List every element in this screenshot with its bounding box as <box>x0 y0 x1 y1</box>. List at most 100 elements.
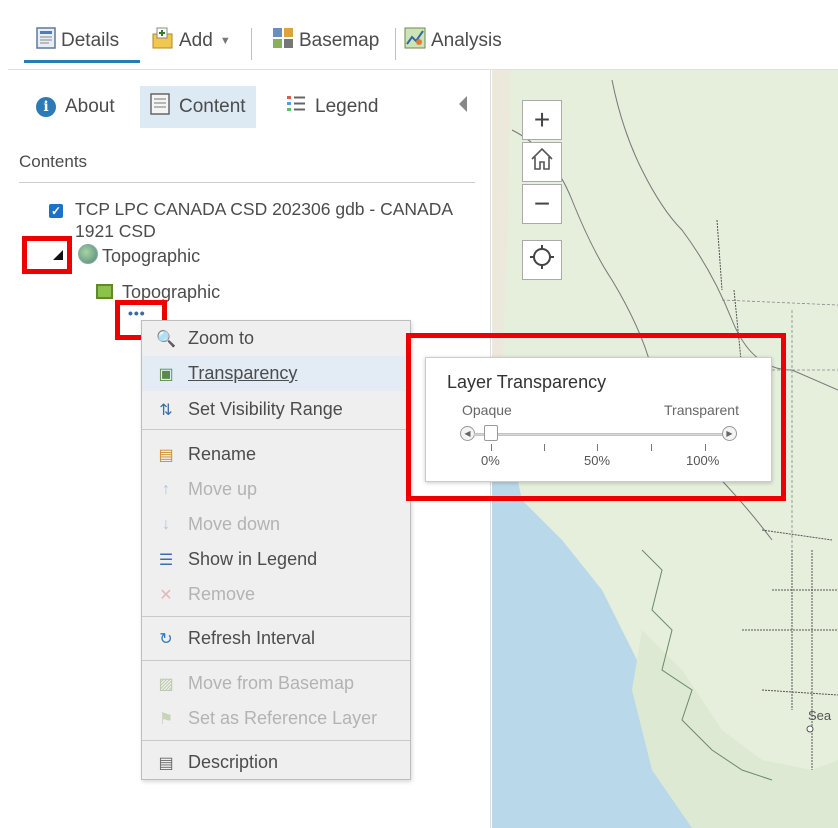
reference-layer-icon: ⚑ <box>158 710 174 728</box>
menu-item-label: Set as Reference Layer <box>188 708 378 728</box>
menu-item-remove: ✕ Remove <box>142 577 410 612</box>
highlight-box <box>22 236 72 274</box>
zoom-to-icon: 🔍 <box>156 330 176 348</box>
slider-decrement-button[interactable]: ◀ <box>460 426 475 441</box>
map-viewer-app: Details Add ▼ Basemap Analysis i About C… <box>0 0 838 828</box>
rename-icon: ▤ <box>158 446 174 464</box>
tab-content[interactable]: Content <box>140 86 256 128</box>
arrow-up-icon: ↑ <box>162 480 170 498</box>
details-label: Details <box>61 30 120 51</box>
chevron-down-icon: ▼ <box>219 35 231 47</box>
menu-divider <box>142 660 410 661</box>
transparency-icon: ▣ <box>158 365 174 383</box>
menu-item-set-as-reference-layer: ⚑ Set as Reference Layer <box>142 701 410 736</box>
slider-thumb[interactable] <box>484 425 498 441</box>
tick-label-0: 0% <box>481 453 500 468</box>
details-icon <box>36 27 56 55</box>
menu-item-label: Transparency <box>188 363 298 383</box>
tab-about-label: About <box>65 96 115 117</box>
menu-item-refresh-interval[interactable]: ↻ Refresh Interval <box>142 621 410 656</box>
tab-about[interactable]: i About <box>26 86 125 128</box>
arrow-down-icon: ↓ <box>162 515 170 533</box>
description-icon: ▤ <box>158 754 174 772</box>
zoom-in-button[interactable]: + <box>522 100 562 140</box>
menu-item-label: Description <box>188 752 279 772</box>
transparency-popup: Layer Transparency Opaque Transparent ◀ … <box>425 357 772 482</box>
move-basemap-icon: ▨ <box>158 675 174 693</box>
popup-title: Layer Transparency <box>447 372 607 392</box>
info-icon: i <box>36 97 56 117</box>
tab-content-label: Content <box>179 96 246 117</box>
legend-list-icon <box>286 94 306 120</box>
menu-item-label: Show in Legend <box>188 549 318 569</box>
locate-button[interactable] <box>522 240 562 280</box>
locate-icon <box>529 244 555 277</box>
menu-divider <box>142 616 410 617</box>
legend-icon: ☰ <box>158 551 174 569</box>
content-icon <box>150 93 170 121</box>
menu-item-label: Zoom to <box>188 328 255 348</box>
menu-item-set-visibility-range[interactable]: ⇅ Set Visibility Range <box>142 392 410 427</box>
menu-item-label: Rename <box>188 444 257 464</box>
slider-tick <box>651 444 652 451</box>
menu-item-description[interactable]: ▤ Description <box>142 745 410 780</box>
slider-increment-button[interactable]: ▶ <box>722 426 737 441</box>
menu-divider <box>142 429 410 430</box>
toolbar-divider <box>395 28 396 60</box>
expand-triangle-icon[interactable] <box>53 250 63 260</box>
refresh-icon: ↻ <box>159 630 173 648</box>
transparency-slider[interactable] <box>474 433 726 436</box>
top-toolbar: Details Add ▼ Basemap Analysis <box>8 8 838 70</box>
menu-item-show-in-legend[interactable]: ☰ Show in Legend <box>142 542 410 577</box>
popup-arrow <box>415 368 425 386</box>
opaque-label: Opaque <box>462 402 512 418</box>
layer-title[interactable]: TCP LPC CANADA CSD 202306 gdb - CANADA 1… <box>75 198 455 242</box>
toolbar-divider <box>251 28 252 60</box>
layer-visibility-checkbox[interactable]: ✓ <box>49 204 63 218</box>
visibility-range-icon: ⇅ <box>159 401 173 419</box>
tick-label-50: 50% <box>584 453 611 468</box>
remove-icon: ✕ <box>159 586 173 604</box>
divider <box>19 182 475 183</box>
menu-item-move-from-basemap: ▨ Move from Basemap <box>142 666 410 701</box>
collapse-panel-icon[interactable] <box>459 96 467 112</box>
transparent-label: Transparent <box>664 402 739 418</box>
home-button[interactable] <box>522 142 562 182</box>
details-button[interactable]: Details <box>36 27 120 55</box>
add-icon <box>152 27 174 55</box>
basemap-button[interactable]: Basemap <box>272 28 379 54</box>
slider-tick <box>491 444 492 451</box>
menu-item-label: Move up <box>188 479 258 499</box>
layer-context-menu: 🔍 Zoom to ▣ Transparency ⇅ Set Visibility Ran… <box>141 320 411 780</box>
menu-item-rename[interactable]: ▤ Rename <box>142 437 410 472</box>
more-options-icon[interactable]: ••• <box>128 305 146 321</box>
menu-item-label: Move from Basemap <box>188 673 355 693</box>
globe-icon <box>78 244 98 264</box>
menu-item-move-up: ↑ Move up <box>142 472 410 507</box>
menu-divider <box>142 740 410 741</box>
tab-legend-label: Legend <box>315 96 379 117</box>
analysis-icon <box>404 27 426 55</box>
slider-tick <box>705 444 706 451</box>
home-icon <box>529 146 555 179</box>
basemap-icon <box>272 27 294 55</box>
map-layer-icon <box>96 284 113 299</box>
menu-item-label: Set Visibility Range <box>188 399 343 419</box>
add-label: Add <box>179 30 213 51</box>
add-dropdown-button[interactable]: Add ▼ <box>152 27 231 55</box>
menu-item-transparency[interactable]: ▣ Transparency <box>142 356 410 391</box>
analysis-label: Analysis <box>431 30 502 51</box>
city-label: Sea <box>808 708 832 723</box>
tick-label-100: 100% <box>686 453 720 468</box>
menu-item-label: Remove <box>188 584 256 604</box>
tab-legend[interactable]: Legend <box>276 86 388 128</box>
slider-tick <box>544 444 545 451</box>
sublayer-label[interactable]: Topographic <box>102 246 200 267</box>
menu-item-zoom-to[interactable]: 🔍 Zoom to <box>142 321 410 356</box>
contents-heading: Contents <box>19 152 88 171</box>
zoom-out-button[interactable]: − <box>522 184 562 224</box>
basemap-label: Basemap <box>299 30 380 51</box>
slider-tick <box>597 444 598 451</box>
analysis-button[interactable]: Analysis <box>404 27 502 55</box>
menu-item-move-down: ↓ Move down <box>142 507 410 542</box>
